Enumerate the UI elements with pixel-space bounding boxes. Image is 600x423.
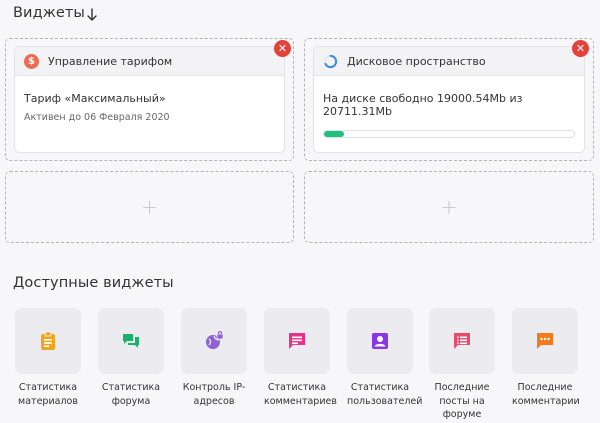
disk-free-text: На диске свободно 19000.54Mb из 20711.31…: [323, 92, 523, 118]
widget-slot-3[interactable]: +: [5, 171, 294, 243]
user-icon: [372, 333, 388, 349]
tariff-name: Тариф «Максимальный»: [24, 92, 166, 105]
disk-usage-icon: [323, 54, 338, 68]
widget-tile-label: Статистика пользователей: [347, 382, 423, 407]
disk-usage-bar: [323, 130, 575, 138]
disk-widget-header: Дисковое пространство: [314, 47, 584, 76]
widget-tile-label: Статистика форума: [101, 382, 161, 407]
plus-icon: +: [440, 195, 458, 219]
widget-tile-latest-comments[interactable]: Последние комментарии: [512, 308, 580, 408]
widget-slot-4[interactable]: +: [304, 171, 594, 243]
disk-widget: Дисковое пространство На диске свободно …: [313, 46, 585, 153]
widget-tile-user-stats[interactable]: Статистика пользователей: [347, 308, 423, 408]
disk-usage-fill: [324, 131, 344, 137]
comment-dots-icon: [537, 333, 553, 349]
page-title: Виджеты: [13, 5, 85, 21]
widget-tile-label: Последние комментарии: [512, 382, 580, 407]
disk-widget-title: Дисковое пространство: [347, 54, 486, 68]
plus-icon: +: [141, 195, 158, 219]
widget-slot-2: Дисковое пространство На диске свободно …: [304, 38, 594, 161]
tariff-widget: $ Управление тарифом Тариф «Максимальный…: [14, 46, 285, 153]
widget-tile-label: Статистика материалов: [18, 382, 78, 407]
widget-tile-latest-posts[interactable]: Последние посты на форуме: [429, 308, 495, 422]
widget-tile-ip-control[interactable]: Контроль IP-адресов: [181, 308, 247, 408]
tariff-widget-title: Управление тарифом: [48, 54, 173, 68]
clipboard-icon: [41, 331, 55, 350]
widget-tile-label: Статистика комментариев: [264, 382, 337, 407]
widget-tile-materials[interactable]: Статистика материалов: [15, 308, 81, 408]
comment-icon: [289, 333, 305, 349]
widget-tile-label: Контроль IP-адресов: [182, 382, 246, 407]
tariff-widget-header: $ Управление тарифом: [15, 47, 284, 76]
widget-tile-comment-stats[interactable]: Статистика комментариев: [264, 308, 337, 408]
widget-tile-forum[interactable]: Статистика форума: [98, 308, 164, 408]
available-widgets-title: Доступные виджеты: [13, 275, 174, 291]
dollar-icon: $: [24, 53, 39, 69]
widget-slot-1: $ Управление тарифом Тариф «Максимальный…: [5, 38, 294, 161]
remove-disk-widget-button[interactable]: ✕: [572, 40, 589, 57]
widget-tile-label: Последние посты на форуме: [434, 382, 490, 420]
post-list-icon: [454, 333, 470, 349]
forum-icon: [123, 334, 139, 348]
tariff-expiry: Активен до 06 Февраля 2020: [24, 112, 170, 123]
globe-lock-icon: [206, 331, 224, 349]
arrow-down-icon[interactable]: [86, 8, 98, 22]
remove-tariff-widget-button[interactable]: ✕: [274, 40, 291, 57]
